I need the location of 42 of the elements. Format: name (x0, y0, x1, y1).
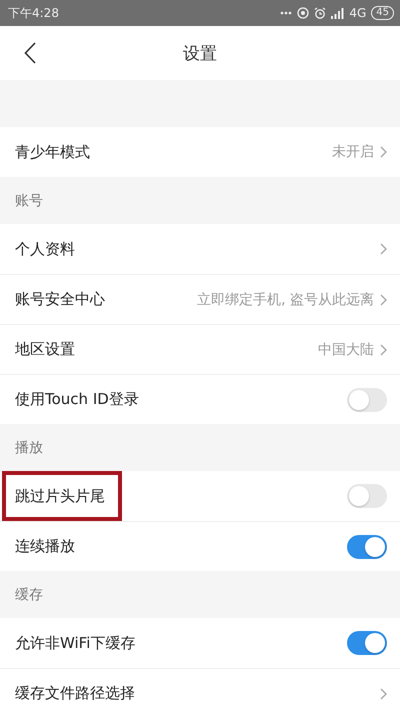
chevron-icon (380, 146, 387, 158)
settings-row[interactable]: 地区设置 中国大陆 (0, 324, 400, 374)
hotspot-icon (297, 7, 310, 19)
setting-label: 地区设置 (15, 340, 75, 359)
status-time: 下午4:28 (8, 4, 59, 22)
chevron-icon (380, 243, 387, 255)
setting-value: 立即绑定手机, 盗号从此远离 (197, 290, 374, 308)
setting-label: 允许非WiFi下缓存 (15, 634, 136, 652)
toggle-switch[interactable] (347, 484, 387, 508)
setting-label: 跳过片头片尾 (15, 486, 105, 506)
network-label: 4G (349, 6, 366, 20)
setting-label: 缓存文件路径选择 (15, 684, 135, 703)
settings-row[interactable]: 账号安全中心 立即绑定手机, 盗号从此远离 (0, 274, 400, 324)
chevron-icon (380, 294, 387, 306)
more-icon (280, 11, 292, 15)
setting-label: 连续播放 (15, 537, 75, 556)
page-title: 设置 (183, 42, 217, 64)
setting-label: 青少年模式 (15, 142, 90, 162)
section-title: 播放 (15, 438, 43, 456)
settings-row[interactable]: 使用Touch ID登录 (0, 374, 400, 424)
section-title: 账号 (15, 192, 43, 210)
settings-row[interactable]: 连续播放 (0, 521, 400, 571)
setting-label: 使用Touch ID登录 (15, 390, 139, 409)
setting-label: 个人资料 (15, 240, 75, 258)
settings-row[interactable]: 允许非WiFi下缓存 (0, 618, 400, 668)
settings-row[interactable]: 缓存文件路径选择 (0, 668, 400, 711)
settings-row[interactable]: 跳过片头片尾 (0, 471, 400, 521)
chevron-icon (380, 344, 387, 356)
chevron-icon (380, 688, 387, 700)
setting-value: 中国大陆 (318, 340, 374, 358)
section-title: 缓存 (15, 586, 43, 604)
setting-value: 未开启 (332, 143, 374, 161)
alarm-icon (314, 7, 326, 19)
toggle-switch[interactable] (347, 534, 387, 558)
signal-icon (331, 8, 344, 18)
setting-label: 账号安全中心 (15, 290, 105, 309)
toggle-switch[interactable] (347, 388, 387, 412)
settings-row[interactable]: 个人资料 (0, 224, 400, 274)
settings-row[interactable]: 青少年模式 未开启 (0, 127, 400, 177)
toggle-switch[interactable] (347, 631, 387, 655)
battery-level: 45 (371, 6, 394, 20)
back-icon (24, 42, 36, 64)
